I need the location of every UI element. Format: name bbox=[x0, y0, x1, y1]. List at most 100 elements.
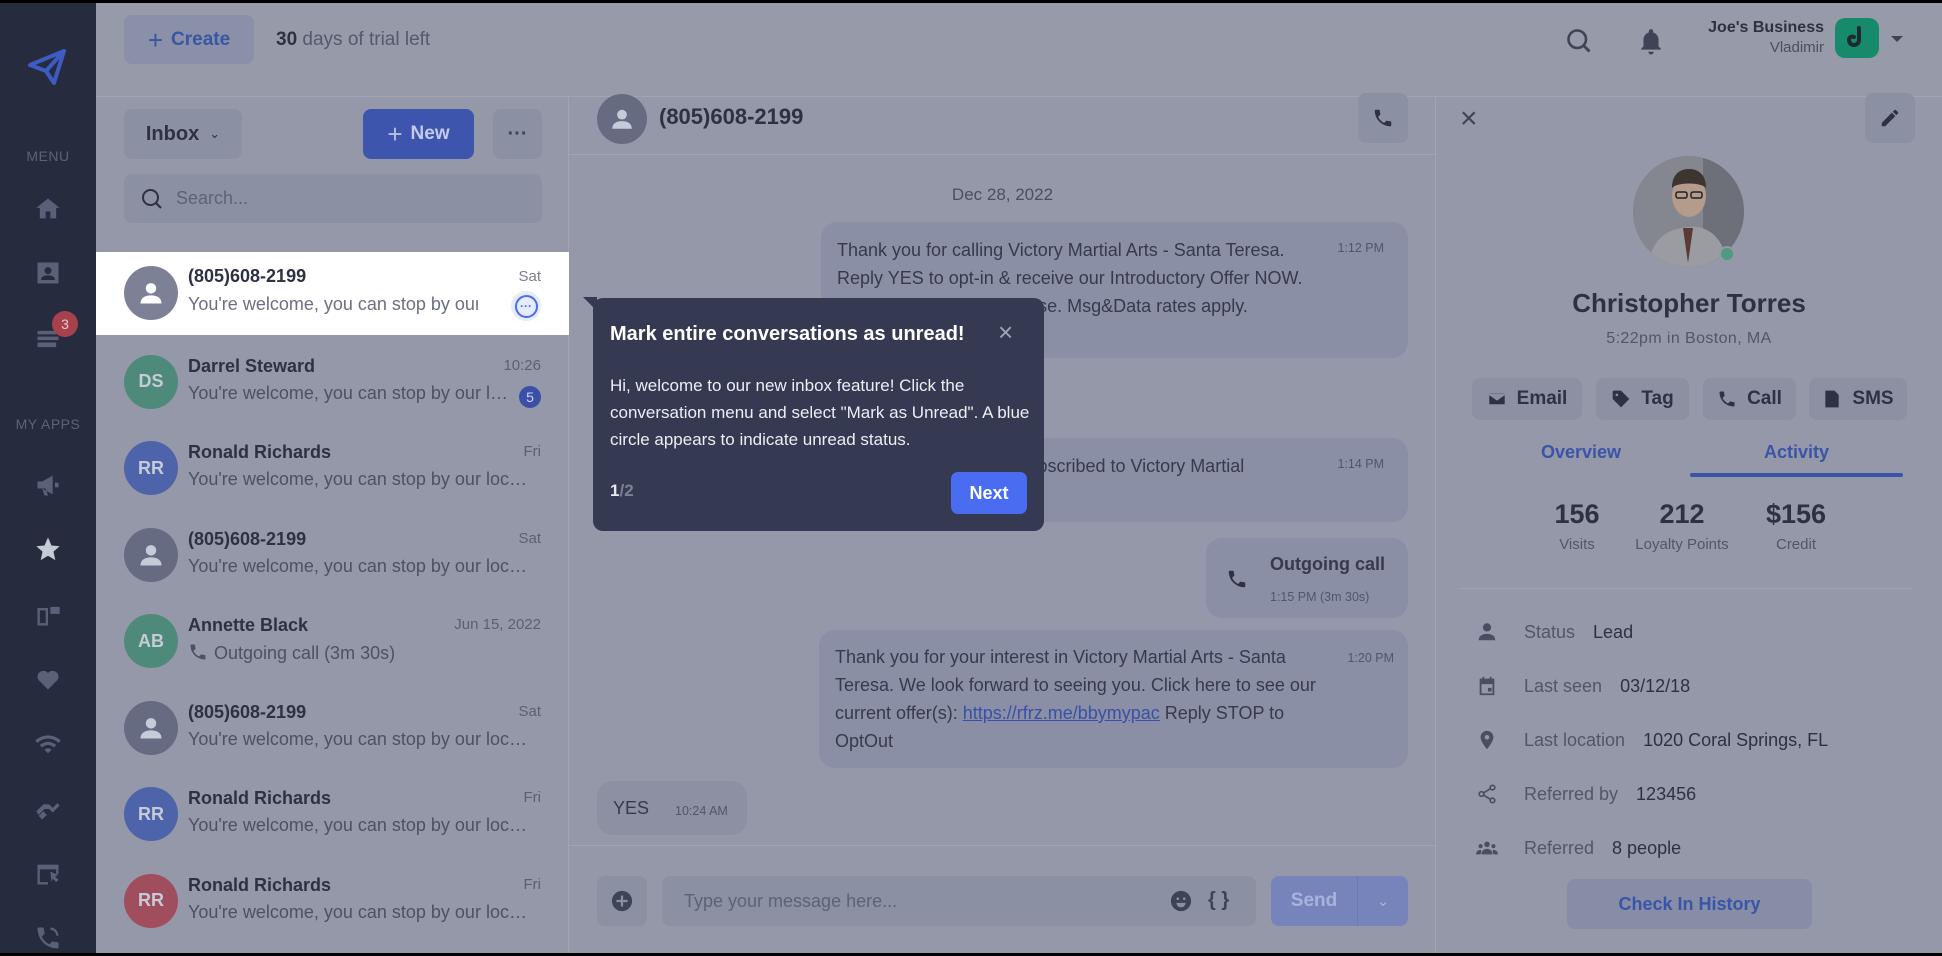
conversation-preview: You're welcome, you can stop by our loca… bbox=[188, 555, 532, 576]
search-icon[interactable] bbox=[1565, 27, 1593, 60]
avatar-initials: RR bbox=[138, 457, 164, 478]
create-button[interactable]: + Create bbox=[124, 15, 254, 64]
message-input[interactable]: Type your message here... { } bbox=[662, 876, 1256, 926]
active-tab-indicator bbox=[1690, 473, 1903, 477]
business-avatar[interactable] bbox=[1835, 18, 1879, 58]
conversation-preview: You're welcome, you can stop by our loca… bbox=[188, 469, 532, 489]
search-placeholder: Search... bbox=[176, 188, 249, 208]
tooltip-body: Hi, welcome to our new inbox feature! Cl… bbox=[610, 376, 1030, 449]
sidebar-item-home[interactable] bbox=[30, 191, 66, 227]
trial-text: days of trial left bbox=[302, 29, 431, 50]
send-options-chevron-icon[interactable]: ⌄ bbox=[1358, 876, 1408, 926]
sidebar-app-phone-callback[interactable] bbox=[30, 920, 66, 956]
tag-button[interactable]: Tag bbox=[1596, 378, 1689, 420]
call-title: Outgoing call bbox=[1270, 554, 1385, 574]
phone-icon bbox=[1228, 570, 1246, 588]
search-input[interactable]: Search... bbox=[124, 174, 542, 223]
caret-down-icon[interactable] bbox=[1891, 36, 1903, 42]
chat-header: (805)608-2199 bbox=[569, 93, 1436, 155]
top-bar: + Create 30 days of trial left Joe's Bus… bbox=[96, 3, 1942, 97]
contact-local-time: 5:22pm in Boston, MA bbox=[1606, 330, 1772, 347]
megaphone-icon bbox=[37, 475, 59, 496]
avatar bbox=[124, 527, 178, 582]
sidebar-item-contacts[interactable] bbox=[30, 255, 66, 291]
heart-icon bbox=[37, 670, 59, 690]
sidebar-app-wifi[interactable] bbox=[30, 726, 66, 762]
call-duration: 1:15 PM (3m 30s) bbox=[1270, 590, 1370, 604]
inbox-folder-dropdown[interactable]: Inbox ⌄ bbox=[124, 109, 242, 159]
message-time: 1:12 PM bbox=[1337, 241, 1384, 255]
send-button[interactable]: Send bbox=[1271, 876, 1358, 926]
variables-button[interactable]: { } bbox=[1208, 889, 1229, 912]
business-name: Joe's Business bbox=[1708, 19, 1824, 36]
my-apps-label: MY APPS bbox=[15, 416, 81, 432]
avatar: RR bbox=[124, 787, 178, 841]
conversation-name: Annette Black bbox=[188, 615, 309, 635]
call-button[interactable] bbox=[1358, 93, 1408, 143]
conversation-item-selected[interactable]: (805)608-2199 Sat You're welcome, you can … bbox=[96, 252, 569, 335]
conversation-time: Sat bbox=[518, 268, 541, 285]
divider bbox=[569, 845, 1436, 846]
user-name: Vladimir bbox=[1769, 39, 1824, 56]
new-conversation-button[interactable]: + New bbox=[363, 109, 474, 159]
edit-button[interactable] bbox=[1865, 93, 1915, 143]
contact-avatar bbox=[597, 94, 647, 144]
info-row-last-seen: Last seen 03/12/18 bbox=[1476, 671, 1690, 701]
account-info[interactable]: Joe's Business Vladimir bbox=[1696, 19, 1824, 56]
conversation-item[interactable]: RR Ronald Richards Fri You're welcome, you … bbox=[96, 771, 569, 857]
sidebar-app-browser-click[interactable] bbox=[30, 856, 66, 892]
document-icon bbox=[1825, 390, 1840, 408]
info-label: Status bbox=[1524, 621, 1576, 642]
call-log-bubble: Outgoing call 1:15 PM (3m 30s) bbox=[1206, 538, 1408, 618]
step-total: /2 bbox=[619, 481, 634, 500]
bell-icon[interactable] bbox=[1638, 27, 1664, 60]
check-in-history-button[interactable]: Check In History bbox=[1567, 879, 1812, 929]
sms-button[interactable]: SMS bbox=[1809, 378, 1907, 420]
tab-activity[interactable]: Activity bbox=[1690, 442, 1903, 463]
conversation-name: (805)608-2199 bbox=[188, 266, 307, 286]
conversation-item[interactable]: RR Ronald Richards Fri You're welcome, you … bbox=[96, 425, 569, 511]
avatar: RR bbox=[124, 873, 178, 928]
conversation-item[interactable]: (805)608-2199 Sat You're welcome, you can … bbox=[96, 685, 569, 771]
sidebar-app-devices[interactable] bbox=[30, 597, 66, 633]
contact-panel: × Christopher Torres 5:22pm in Boston, M… bbox=[1436, 93, 1942, 953]
close-icon[interactable]: × bbox=[998, 319, 1013, 345]
conversation-preview: You're welcome, you can stop by our loca… bbox=[188, 815, 532, 835]
contacts-icon bbox=[37, 262, 59, 284]
message-bubble: Thank you for your interest in Victory M… bbox=[819, 630, 1408, 768]
message-bubble-incoming: YES 10:24 AM bbox=[597, 781, 747, 835]
email-button[interactable]: Email bbox=[1472, 378, 1582, 420]
create-label: Create bbox=[171, 28, 231, 50]
sidebar-app-star[interactable] bbox=[30, 531, 66, 567]
browser-click-icon bbox=[37, 864, 59, 885]
tooltip-arrow bbox=[583, 297, 597, 311]
emoji-icon[interactable] bbox=[1170, 890, 1192, 912]
sidebar-app-megaphone[interactable] bbox=[30, 467, 66, 503]
person-icon bbox=[140, 544, 162, 565]
info-label: Last location bbox=[1524, 729, 1626, 750]
conversation-preview: You're welcome, you can stop by our loca… bbox=[188, 294, 478, 314]
conversation-item[interactable]: RR Ronald Richards Fri You're welcome, you … bbox=[96, 858, 569, 944]
logo-icon[interactable] bbox=[28, 49, 66, 90]
conversation-menu-button[interactable]: ··· bbox=[511, 291, 541, 321]
sidebar-app-handshake[interactable] bbox=[30, 791, 66, 827]
more-options-button[interactable]: ··· bbox=[493, 109, 542, 159]
phone-icon bbox=[1719, 391, 1735, 407]
next-button[interactable]: Next bbox=[951, 472, 1027, 514]
conversation-item[interactable]: DS Darrel Steward 10:26 You're welcome, you… bbox=[96, 339, 569, 425]
home-icon bbox=[36, 198, 60, 219]
conversation-time: Fri bbox=[523, 789, 542, 806]
conversation-item[interactable]: AB Annette Black Jun 15, 2022 Outgoing call… bbox=[96, 598, 569, 684]
group-icon bbox=[1476, 841, 1498, 855]
avatar: DS bbox=[124, 354, 178, 409]
trial-notice: 30 days of trial left bbox=[276, 29, 430, 51]
sidebar-app-heart[interactable] bbox=[30, 661, 66, 697]
chevron-down-icon: ⌄ bbox=[209, 126, 221, 141]
conversation-preview: Outgoing call (3m 30s) bbox=[214, 643, 396, 663]
tab-overview[interactable]: Overview bbox=[1496, 442, 1666, 463]
attach-button[interactable] bbox=[597, 876, 647, 926]
conversation-item[interactable]: (805)608-2199 Sat You're welcome, you can … bbox=[96, 512, 569, 598]
call-contact-button[interactable]: Call bbox=[1703, 378, 1796, 420]
close-icon[interactable]: × bbox=[1460, 104, 1478, 134]
message-link[interactable]: https://rfrz.me/bbymypac bbox=[963, 703, 1160, 723]
